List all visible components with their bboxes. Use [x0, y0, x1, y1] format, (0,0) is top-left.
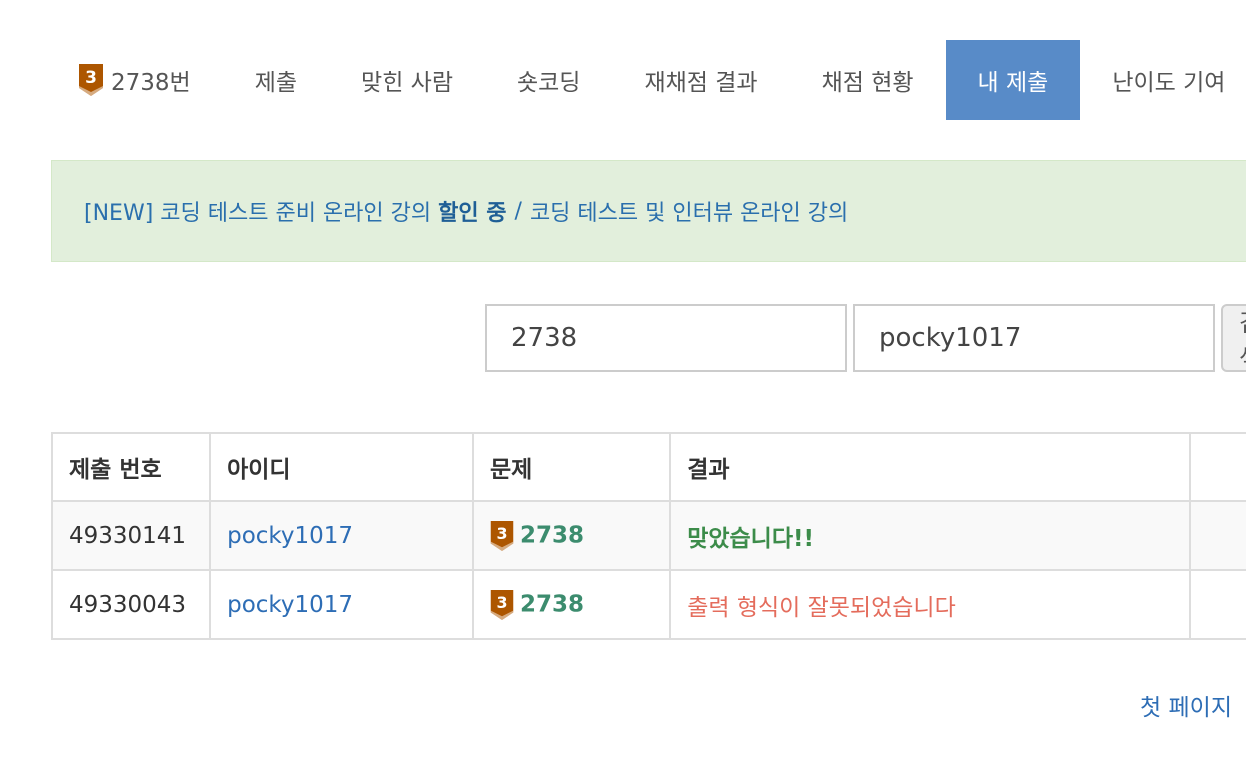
extra-cell — [1189, 569, 1246, 640]
user-id-input[interactable]: pocky1017 — [853, 304, 1215, 372]
notice-banner: [NEW] 코딩 테스트 준비 온라인 강의 할인 중 / 코딩 테스트 및 인… — [51, 160, 1246, 262]
bronze-tier-icon: 3 — [79, 64, 103, 96]
tier-number: 3 — [85, 68, 97, 88]
user-cell: pocky1017 — [209, 500, 474, 571]
result-cell: 출력 형식이 잘못되었습니다 — [669, 569, 1192, 640]
tab-submit[interactable]: 제출 — [223, 40, 329, 120]
tab-judge-status[interactable]: 채점 현황 — [790, 40, 946, 120]
notice-separator: / — [514, 198, 522, 224]
tab-my-submissions[interactable]: 내 제출 — [945, 40, 1081, 120]
user-link[interactable]: pocky1017 — [227, 592, 353, 618]
tab-rejudge-results[interactable]: 재채점 결과 — [612, 40, 789, 120]
notice-link-course[interactable]: [NEW] 코딩 테스트 준비 온라인 강의 할인 중 — [84, 195, 507, 227]
status-table-container: 제출 번호 아이디 문제 결과 49330141 pocky1017 3 273… — [51, 432, 1246, 640]
tier-number: 3 — [496, 592, 507, 611]
first-page-link[interactable]: 첫 페이지 — [1140, 688, 1232, 722]
problem-tabs: 3 2738번 제출 맞힌 사람 숏코딩 재채점 결과 채점 현황 내 제출 난… — [51, 40, 1246, 120]
bronze-tier-icon: 3 — [490, 520, 514, 551]
table-row: 49330043 pocky1017 3 2738 출력 형식이 잘못되었습니다 — [51, 569, 1246, 640]
page: 3 2738번 제출 맞힌 사람 숏코딩 재채점 결과 채점 현황 내 제출 난… — [0, 0, 1246, 768]
problem-link[interactable]: 2738 — [520, 591, 584, 617]
extra-cell — [1189, 500, 1246, 571]
result-presentation-error: 출력 형식이 잘못되었습니다 — [687, 594, 956, 621]
tab-difficulty[interactable]: 난이도 기여 — [1080, 40, 1246, 120]
result-cell: 맞았습니다!! — [669, 500, 1192, 571]
tier-number: 3 — [496, 523, 507, 542]
search-button[interactable]: 검색 — [1221, 304, 1246, 372]
submission-id: 49330043 — [51, 569, 212, 640]
notice-prefix: [NEW] 코딩 테스트 준비 온라인 강의 — [84, 201, 432, 226]
status-table: 제출 번호 아이디 문제 결과 49330141 pocky1017 3 273… — [51, 432, 1246, 640]
problem-id-input[interactable]: 2738 — [485, 304, 847, 372]
table-row: 49330141 pocky1017 3 2738 맞았습니다!! — [51, 500, 1246, 571]
header-submission-id: 제출 번호 — [51, 432, 212, 502]
problem-link[interactable]: 2738 — [520, 522, 584, 548]
bronze-tier-icon: 3 — [490, 589, 514, 620]
user-link[interactable]: pocky1017 — [227, 523, 353, 549]
header-problem: 문제 — [471, 432, 672, 502]
result-accepted: 맞았습니다!! — [687, 525, 814, 552]
user-cell: pocky1017 — [209, 569, 474, 640]
header-extra — [1189, 432, 1246, 502]
tab-problem-label: 2738번 — [111, 70, 191, 96]
problem-cell: 3 2738 — [471, 500, 672, 571]
header-result: 결과 — [669, 432, 1192, 502]
problem-cell: 3 2738 — [471, 569, 672, 640]
notice-link-interview[interactable]: 코딩 테스트 및 인터뷰 온라인 강의 — [530, 195, 848, 227]
tab-solved-users[interactable]: 맞힌 사람 — [329, 40, 485, 120]
submission-id: 49330141 — [51, 500, 212, 571]
tab-problem[interactable]: 3 2738번 — [51, 40, 223, 120]
table-header-row: 제출 번호 아이디 문제 결과 — [51, 432, 1246, 502]
tab-short-coding[interactable]: 숏코딩 — [485, 40, 612, 120]
notice-highlight: 할인 중 — [438, 201, 507, 226]
header-user: 아이디 — [209, 432, 474, 502]
